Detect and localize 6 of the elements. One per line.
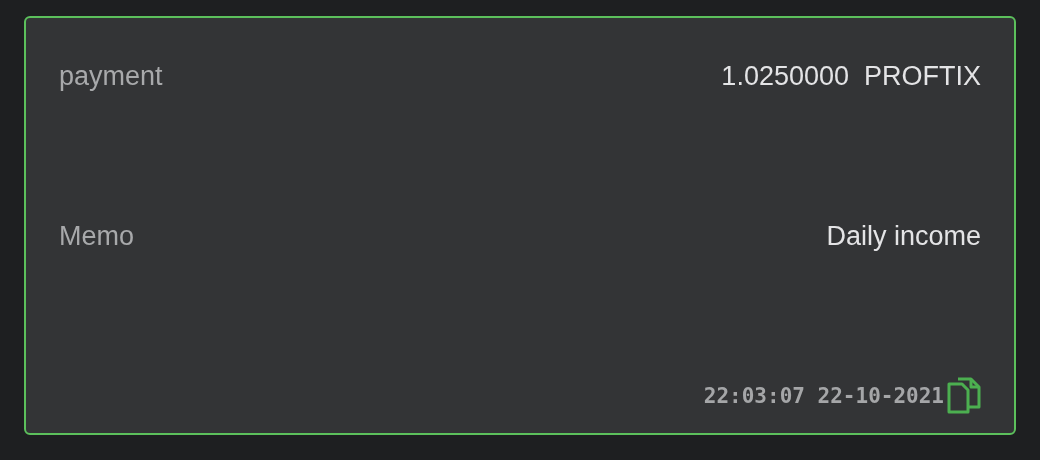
field-value: Daily income bbox=[826, 220, 981, 252]
field-label: payment bbox=[59, 60, 163, 92]
copy-icon[interactable] bbox=[946, 376, 984, 416]
timestamp: 22:03:07 22-10-2021 bbox=[703, 384, 944, 408]
field-value: 1.0250000 PROFTIX bbox=[721, 60, 981, 92]
field-label: Memo bbox=[59, 220, 134, 252]
